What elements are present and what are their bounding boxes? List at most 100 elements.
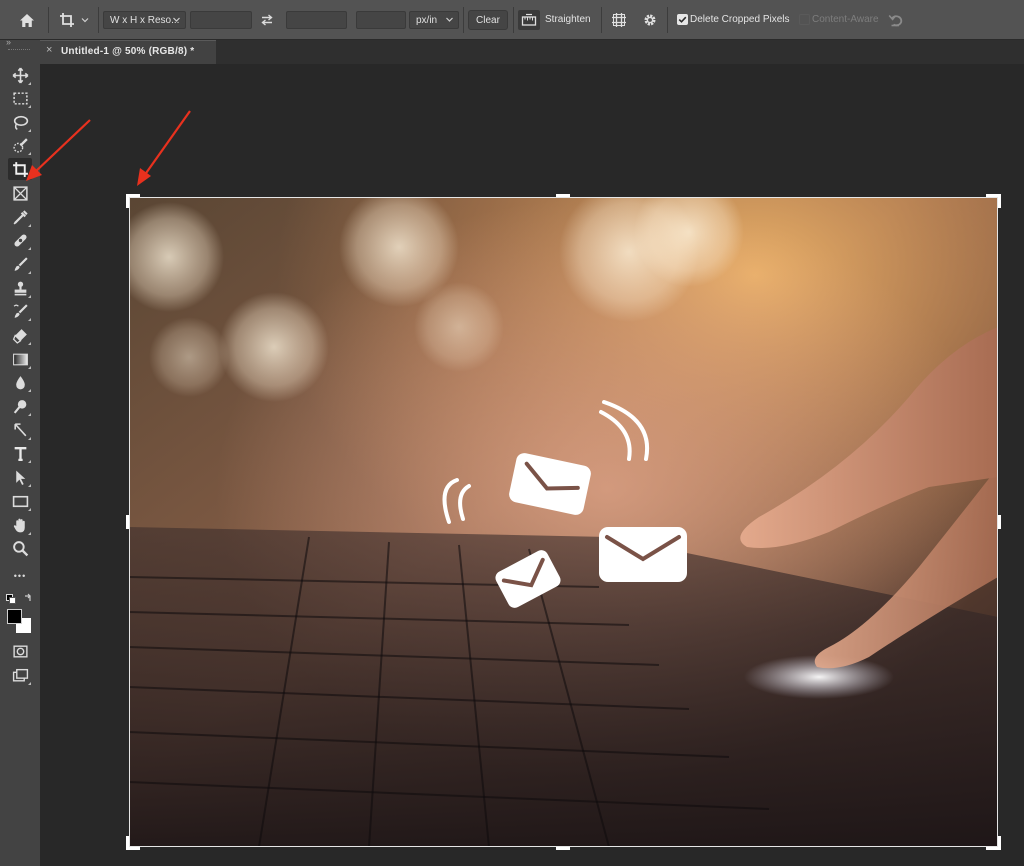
default-colors-icon[interactable]: [6, 594, 16, 604]
checkmark-icon: [678, 16, 687, 23]
grid-overlay-icon: [612, 13, 626, 27]
straighten-button[interactable]: [518, 10, 540, 30]
crop-handle-right[interactable]: [998, 515, 1001, 529]
crop-handle-top[interactable]: [556, 194, 570, 197]
panel-grip[interactable]: [8, 49, 30, 52]
crop-icon: [12, 161, 28, 177]
eyedropper-tool[interactable]: [8, 206, 32, 228]
type-tool[interactable]: [8, 442, 32, 464]
overlay-options-button[interactable]: [608, 10, 630, 30]
clear-button[interactable]: Clear: [468, 10, 508, 30]
edit-toolbar-button[interactable]: •••: [8, 565, 32, 587]
eyedropper-icon: [13, 209, 28, 224]
crop-handle-left[interactable]: [126, 515, 129, 529]
healing-brush-tool[interactable]: [8, 229, 32, 251]
arrow-pointer-icon: [15, 470, 25, 485]
history-brush-icon: [13, 303, 28, 318]
content-aware-checkbox[interactable]: [799, 14, 810, 25]
magnifier-icon: [12, 540, 28, 556]
rectangle-tool[interactable]: [8, 490, 32, 512]
stamp-icon: [14, 281, 26, 295]
dodge-tool[interactable]: [8, 395, 32, 417]
pen-tool[interactable]: [8, 419, 32, 441]
separator: [513, 7, 514, 33]
crop-handle-top-left[interactable]: [126, 194, 129, 208]
delete-cropped-checkbox[interactable]: [677, 14, 688, 25]
foreground-color-swatch[interactable]: [7, 609, 22, 624]
photo-image: [129, 197, 998, 847]
document-tab[interactable]: × Untitled-1 @ 50% (RGB/8) *: [40, 40, 216, 64]
frame-tool[interactable]: [8, 182, 32, 204]
separator: [48, 7, 49, 33]
type-icon: [14, 446, 26, 461]
document-tab-bar: × Untitled-1 @ 50% (RGB/8) *: [40, 40, 1024, 64]
document-tab-title: Untitled-1 @ 50% (RGB/8) *: [61, 46, 195, 57]
move-icon: [12, 67, 28, 83]
droplet-icon: [15, 375, 25, 389]
home-button[interactable]: [14, 9, 40, 31]
chevron-down-icon: [446, 17, 453, 22]
clone-stamp-tool[interactable]: [8, 277, 32, 299]
more-icon: •••: [13, 571, 27, 581]
collapse-icon[interactable]: ››: [6, 37, 11, 47]
height-input[interactable]: [286, 11, 347, 29]
crop-handle-bottom[interactable]: [556, 847, 570, 850]
screen-mode-icon: [12, 668, 28, 682]
close-tab-icon[interactable]: ×: [46, 44, 52, 56]
brush-icon: [14, 256, 28, 271]
document-canvas[interactable]: [129, 197, 998, 847]
level-icon: [521, 13, 537, 26]
quick-mask-icon: [12, 644, 28, 658]
hand-icon: [13, 518, 25, 532]
ratio-preset-value: W x H x Reso...: [110, 14, 180, 26]
content-aware-label: Content-Aware: [812, 14, 879, 25]
crop-icon: [60, 13, 74, 27]
chevron-down-icon: [81, 18, 89, 23]
crop-preset-picker[interactable]: [55, 9, 93, 31]
blur-tool[interactable]: [8, 371, 32, 393]
rectangular-marquee-icon: [12, 91, 28, 105]
screen-mode-button[interactable]: [8, 664, 32, 686]
reset-crop-button[interactable]: [885, 10, 907, 30]
rectangle-icon: [12, 495, 28, 507]
straighten-label: Straighten: [545, 14, 591, 25]
crop-handle-bottom-right[interactable]: [998, 836, 1001, 850]
history-brush-tool[interactable]: [8, 300, 32, 322]
chevron-down-icon: [173, 17, 180, 22]
crop-handle-top-right[interactable]: [998, 194, 1001, 208]
crop-handle-bottom-left[interactable]: [126, 847, 140, 850]
crop-settings-button[interactable]: [639, 10, 661, 30]
swap-dimensions-button[interactable]: [257, 11, 277, 29]
separator: [667, 7, 668, 33]
eraser-tool[interactable]: [8, 324, 32, 346]
width-input[interactable]: [190, 11, 252, 29]
move-tool[interactable]: [8, 64, 32, 86]
ratio-preset-dropdown[interactable]: W x H x Reso...: [103, 11, 186, 29]
lasso-icon: [13, 115, 28, 130]
lasso-tool[interactable]: [8, 111, 32, 133]
separator: [601, 7, 602, 33]
bandage-icon: [13, 233, 27, 247]
options-bar: W x H x Reso... px/in Clear Straighten D…: [0, 0, 1024, 40]
hand-tool[interactable]: [8, 514, 32, 536]
gradient-tool[interactable]: [8, 348, 32, 370]
crop-tool[interactable]: [8, 158, 32, 180]
gear-icon: [644, 14, 656, 26]
eraser-icon: [12, 328, 27, 344]
separator: [98, 7, 99, 33]
home-icon: [20, 13, 34, 27]
frame-icon: [12, 185, 28, 201]
resolution-input[interactable]: [356, 11, 406, 29]
undo-icon: [888, 14, 903, 27]
path-selection-tool[interactable]: [8, 466, 32, 488]
marquee-tool[interactable]: [8, 87, 32, 109]
gradient-icon: [12, 353, 28, 365]
resolution-unit-dropdown[interactable]: px/in: [409, 11, 459, 29]
brush-tool[interactable]: [8, 253, 32, 275]
quick-mask-button[interactable]: [8, 640, 32, 662]
swap-colors-icon[interactable]: [23, 593, 33, 603]
zoom-tool[interactable]: [8, 537, 32, 559]
quick-selection-icon: [12, 137, 28, 153]
separator: [463, 7, 464, 33]
quick-selection-tool[interactable]: [8, 134, 32, 156]
